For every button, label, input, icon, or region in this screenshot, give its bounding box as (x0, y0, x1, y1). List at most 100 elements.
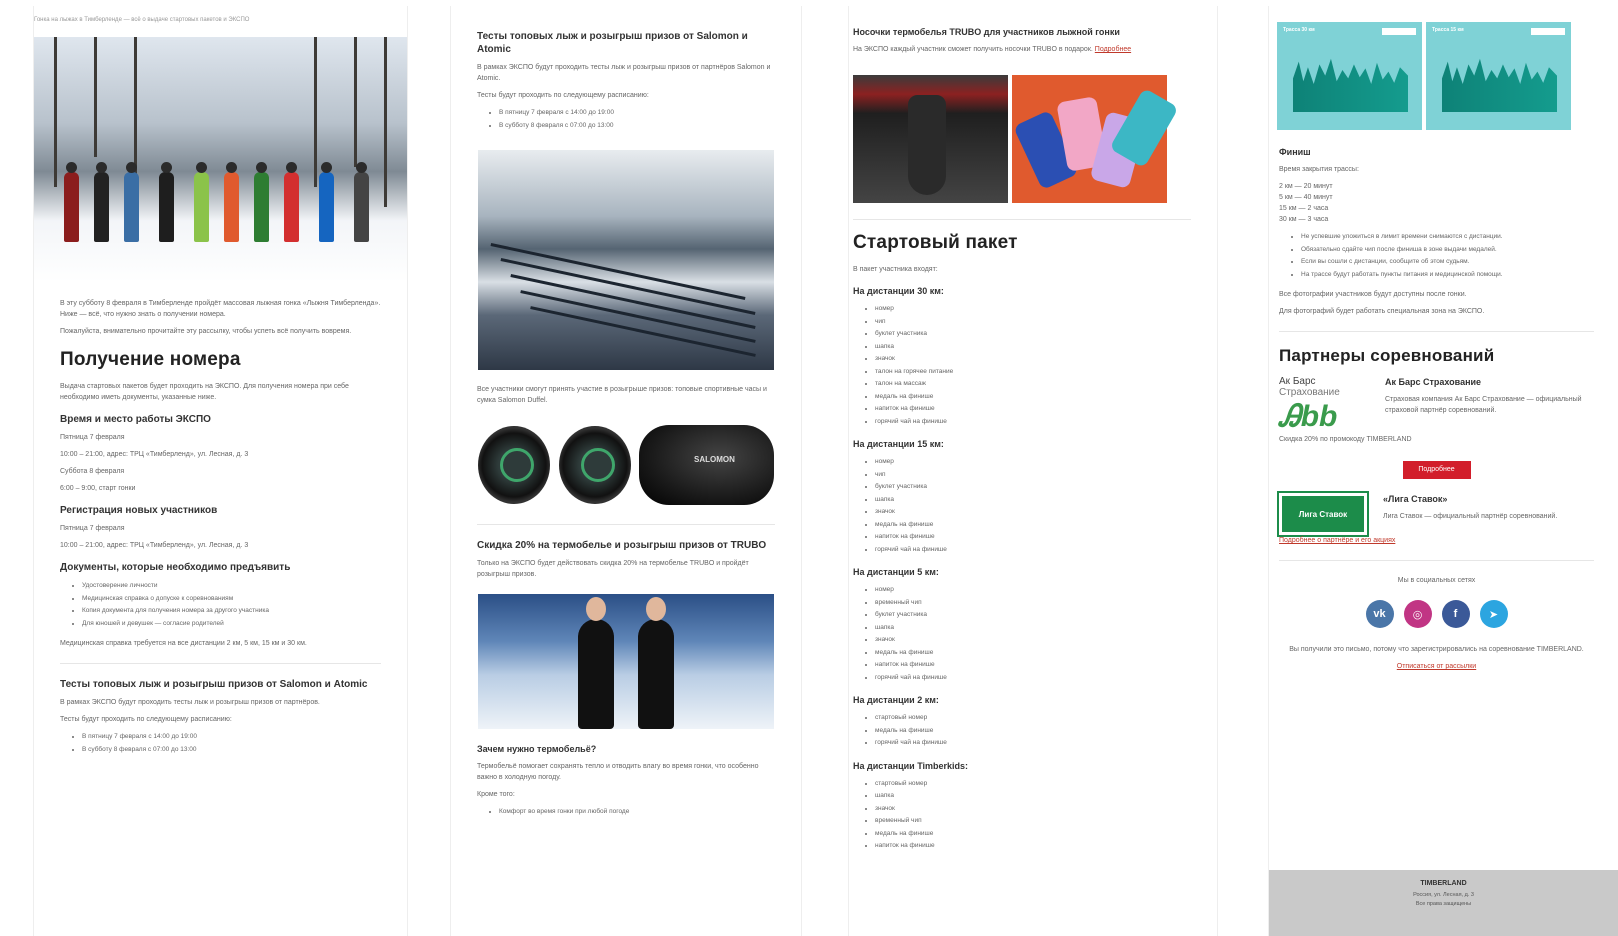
track-profile-chart: Трасса 30 км (1277, 22, 1422, 130)
tree (384, 37, 387, 207)
sock-photo (853, 75, 1008, 203)
list-item: напиток на финише (875, 659, 1191, 672)
partner-ak-bars: Ак Барс Страхование Ꭿbb Ак Барс Страхова… (1279, 376, 1594, 434)
chart-tag (1382, 28, 1416, 35)
follow-text: Мы в социальных сетях (1397, 577, 1476, 584)
list-item: шапка (875, 790, 1191, 803)
socks-photos (853, 75, 1191, 203)
list-item: Удостоверение личности (82, 580, 381, 593)
tests-title: Тесты топовых лыж и розыгрыш призов от S… (477, 31, 748, 55)
partner-title: «Лига Ставок» (1383, 494, 1448, 504)
finish-text: Все фотографии участников будут доступны… (1279, 291, 1467, 298)
finish-line: 2 км — 20 минут (1279, 183, 1333, 190)
distance-30-title: На дистанции 30 км: (853, 286, 944, 296)
intro-text: В эту субботу 8 февраля в Тимберленде пр… (60, 300, 381, 318)
distance-kids-title: На дистанции Timberkids: (853, 760, 969, 771)
list-item: временный чип (875, 815, 1191, 828)
finish-title: Финиш (1279, 147, 1311, 157)
divider (853, 219, 1191, 220)
list-item: Не успевшие уложиться в лимит времени сн… (1301, 231, 1594, 244)
instagram-icon[interactable]: ◎ (1403, 600, 1432, 628)
partner-promo: Скидка 20% по промокоду TIMBERLAND (1279, 436, 1412, 443)
list-item: значок (875, 803, 1191, 816)
documents-note: Медицинская справка требуется на все дис… (60, 640, 307, 647)
list-item: шапка (875, 494, 1191, 507)
why-note: Кроме того: (477, 791, 515, 798)
socks-link[interactable]: Подробнее (1095, 46, 1131, 53)
list-item: шапка (875, 341, 1191, 354)
list-item: временный чип (875, 597, 1191, 610)
finish-line: 5 км — 40 минут (1279, 194, 1333, 201)
socks-text: На ЭКСПО каждый участник сможет получить… (853, 46, 1132, 53)
track-profile-charts: Трасса 30 км Трасса 15 км (1277, 22, 1594, 130)
tree (94, 37, 97, 157)
list-item: медаль на финише (875, 519, 1191, 532)
discount-text: Только на ЭКСПО будет действовать скидка… (477, 560, 749, 578)
tests-text: В рамках ЭКСПО будут проходить тесты лыж… (477, 64, 771, 82)
tests-title: Тесты топовых лыж и розыгрыш призов от S… (60, 679, 368, 690)
ak-bars-logo-mark: Ꭿbb (1279, 400, 1338, 433)
skis-photo (478, 150, 774, 370)
more-button[interactable]: Подробнее (1402, 461, 1471, 479)
telegram-icon[interactable]: ➤ (1479, 600, 1508, 628)
tree (314, 37, 317, 187)
tests-list: В пятницу 7 февраля с 14:00 до 19:00 В с… (477, 107, 775, 132)
list-item: горячий чай на финише (875, 416, 1191, 429)
email-column-3: Носочки термобелья TRUBO для участников … (848, 6, 1218, 936)
tests-note: Тесты будут проходить по следующему расп… (60, 716, 232, 723)
track-profile-chart: Трасса 15 км (1426, 22, 1571, 130)
thermal-models-photo (478, 594, 774, 729)
list-item: стартовый номер (875, 712, 1191, 725)
chart-label: Трасса 30 км (1283, 27, 1315, 33)
ak-bars-logo: Ак Барс Страхование Ꭿbb (1279, 376, 1369, 434)
list-item: шапка (875, 622, 1191, 635)
skier (254, 162, 269, 242)
email-footer: TIMBERLAND Россия, ул. Лесная, д. 3 Все … (1269, 870, 1618, 936)
skier (224, 162, 239, 242)
divider (60, 663, 381, 664)
chart-label: Трасса 15 км (1432, 27, 1464, 33)
unsubscribe-link[interactable]: Отписаться от рассылки (1279, 661, 1594, 672)
unsubscribe-text: Вы получили это письмо, потому что зарег… (1289, 646, 1584, 653)
expo-line: 6:00 – 9:00, старт гонки (60, 485, 136, 492)
divider (1279, 560, 1594, 561)
email-column-1: Гонка на лыжах в Тимберленде — всё о выд… (33, 6, 408, 936)
footer-title: TIMBERLAND (1420, 880, 1467, 887)
list-item: Обязательно сдайте чип после финиша в зо… (1301, 244, 1594, 257)
skier (64, 162, 79, 242)
list-item: напиток на финише (875, 840, 1191, 853)
list-item: значок (875, 353, 1191, 366)
email-column-2: Тесты топовых лыж и розыгрыш призов от S… (450, 6, 802, 936)
tests-text: В рамках ЭКСПО будут проходить тесты лыж… (60, 699, 320, 706)
list-item: горячий чай на финише (875, 672, 1191, 685)
finish-text: Для фотографий будет работать специальна… (1279, 308, 1485, 315)
expo-line: 10:00 – 21:00, адрес: ТРЦ «Тимберленд», … (60, 451, 249, 458)
start-kit-title: Стартовый пакет (853, 232, 1018, 253)
model (578, 597, 614, 729)
email-column-4: Трасса 30 км Трасса 15 км Финиш Время за… (1268, 6, 1618, 936)
distance-5-title: На дистанции 5 км: (853, 567, 939, 577)
list-item: медаль на финише (875, 725, 1191, 738)
finish-line: 30 км — 3 часа (1279, 216, 1329, 223)
tree (54, 37, 57, 187)
list-item: Комфорт во время гонки при любой погоде (499, 806, 775, 819)
bag-brand: SALOMON (694, 455, 735, 464)
partner-link[interactable]: Подробнее о партнёре и его акциях (1279, 535, 1594, 546)
skier (284, 162, 299, 242)
bag-image: SALOMON (639, 425, 774, 505)
facebook-icon[interactable]: f (1441, 600, 1470, 628)
list-item: чип (875, 469, 1191, 482)
partner-text: Лига Ставок — официальный партнёр соревн… (1383, 513, 1558, 520)
model (638, 597, 674, 729)
skier (319, 162, 334, 242)
why-text: Термобельё помогает сохранять тепло и от… (477, 763, 759, 781)
finish-line: 15 км — 2 часа (1279, 205, 1329, 212)
skier (159, 162, 174, 242)
list-item: значок (875, 506, 1191, 519)
start-kit-note: В пакет участника входят: (853, 266, 938, 273)
vk-icon[interactable]: vk (1365, 600, 1394, 628)
distance-30-list: номер чип буклет участника шапка значок … (853, 303, 1191, 428)
list-item: горячий чай на финише (875, 737, 1191, 750)
socks-title: Носочки термобелья TRUBO для участников … (853, 27, 1120, 37)
list-item: буклет участника (875, 609, 1191, 622)
